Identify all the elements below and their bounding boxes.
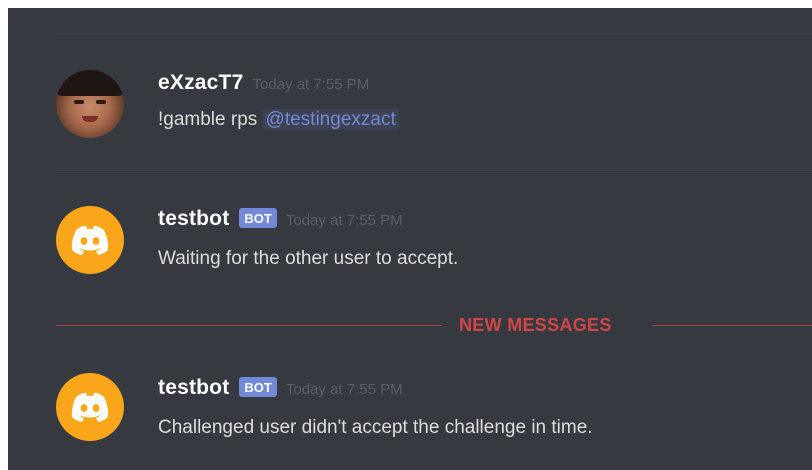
discord-logo-icon (71, 225, 109, 255)
message-timestamp: Today at 7:55 PM (285, 212, 403, 229)
discord-logo-icon (71, 392, 109, 422)
message-content: Waiting for the other user to accept. (158, 248, 459, 269)
username[interactable]: eXzacT7 (158, 71, 243, 95)
user-mention[interactable]: @testingexzact (262, 109, 399, 130)
user-avatar[interactable] (56, 70, 124, 138)
username[interactable]: testbot (158, 376, 229, 400)
chat-messages-pane: eXzacT7 Today at 7:55 PM !gamble rps @te… (8, 8, 812, 470)
message-timestamp: Today at 7:55 PM (252, 76, 370, 93)
message-content: !gamble rps @testingexzact (158, 109, 399, 131)
avatar-mouth (82, 116, 98, 122)
new-messages-line (56, 325, 442, 326)
bot-avatar[interactable] (56, 206, 124, 274)
new-messages-label: NEW MESSAGES (459, 315, 612, 335)
message-text: !gamble rps (158, 109, 263, 130)
username[interactable]: testbot (158, 207, 229, 231)
message-divider (56, 33, 812, 34)
message-divider (56, 170, 812, 171)
message-header: testbot BOT Today at 7:55 PM (158, 376, 403, 400)
avatar-hair (56, 70, 124, 96)
message-timestamp: Today at 7:55 PM (285, 381, 403, 398)
avatar-eye (96, 100, 106, 104)
message-content: Challenged user didn't accept the challe… (158, 417, 593, 438)
bot-avatar[interactable] (56, 373, 124, 441)
message-header: testbot BOT Today at 7:55 PM (158, 207, 403, 231)
message-header: eXzacT7 Today at 7:55 PM (158, 71, 369, 95)
bot-tag: BOT (239, 208, 277, 228)
new-messages-divider: NEW MESSAGES (56, 313, 812, 337)
avatar-eye (74, 100, 84, 104)
new-messages-line (652, 325, 812, 326)
bot-tag: BOT (239, 377, 277, 397)
